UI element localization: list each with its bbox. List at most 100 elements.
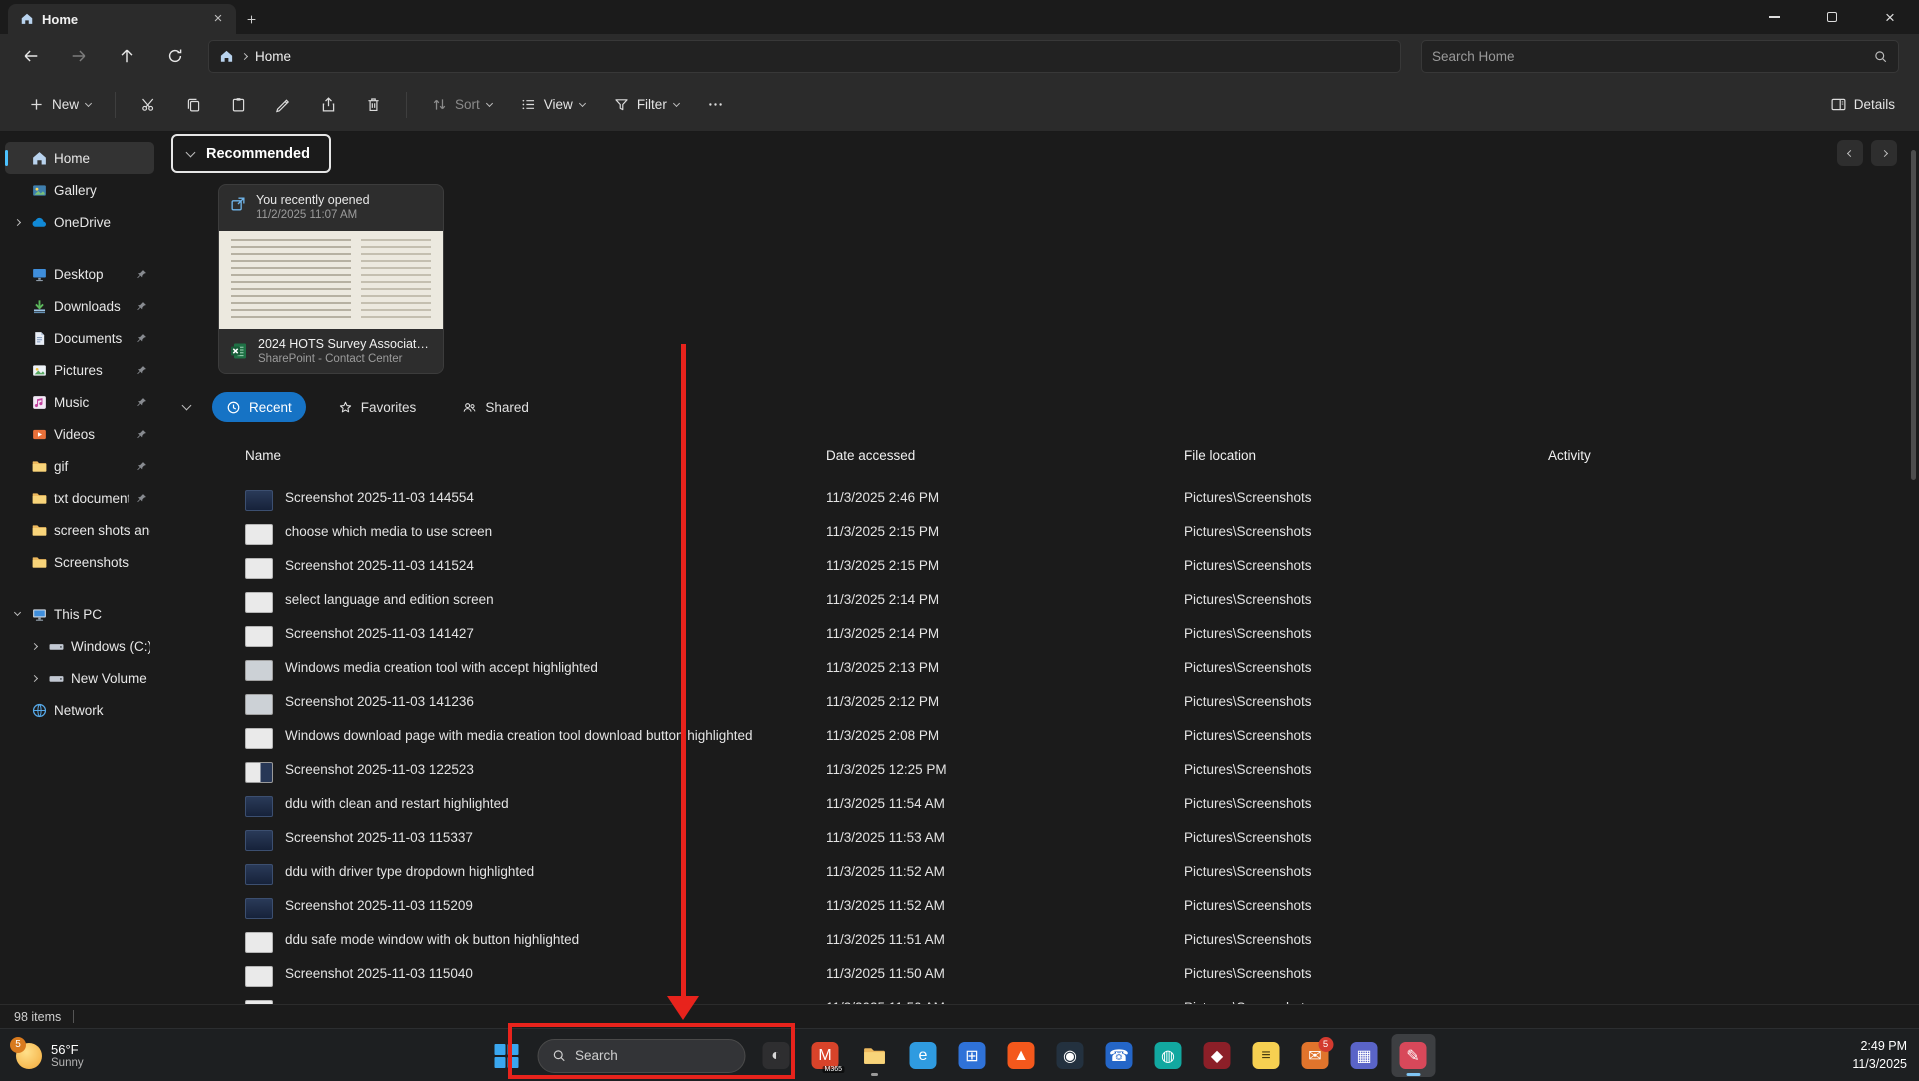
sort-button[interactable]: Sort (421, 87, 502, 123)
taskbar-app-security-app[interactable]: ◆ (1195, 1034, 1239, 1077)
tab-favorites[interactable]: Favorites (324, 392, 431, 422)
file-row[interactable]: select language and edition screen 11/3/… (159, 584, 1919, 618)
taskbar-app-photos[interactable]: ▦ (1342, 1034, 1386, 1077)
breadcrumb-item-home[interactable]: Home (255, 49, 291, 64)
file-row[interactable]: Screenshot 2025-11-03 144554 11/3/2025 2… (159, 482, 1919, 516)
taskbar-app-steam[interactable]: ◉ (1048, 1034, 1092, 1077)
taskbar-app-notepad[interactable]: ≡ (1244, 1034, 1288, 1077)
file-row[interactable]: ddu with clean and restart highlighted 1… (159, 788, 1919, 822)
tab-recent[interactable]: Recent (212, 392, 306, 422)
sidebar-item-windows-c[interactable]: Windows (C:) (22, 630, 154, 662)
copy-button[interactable] (175, 87, 212, 123)
file-row[interactable]: Screenshot 2025-11-03 141236 11/3/2025 2… (159, 686, 1919, 720)
sidebar-item-gallery[interactable]: Gallery (5, 174, 154, 206)
file-row[interactable]: Screenshot 2025-11-03 115337 11/3/2025 1… (159, 822, 1919, 856)
column-header-activity[interactable]: Activity (1548, 448, 1591, 463)
sidebar-item-screen-shots-and-pi[interactable]: screen shots and pi (5, 514, 154, 546)
view-button[interactable]: View (510, 87, 595, 123)
sidebar-item-network[interactable]: Network (5, 694, 154, 726)
sidebar-item-music[interactable]: Music (5, 386, 154, 418)
expand-chevron-slot[interactable] (11, 220, 24, 225)
tab-close-button[interactable]: × (208, 9, 228, 29)
taskbar-app-brave[interactable]: ▲ (999, 1034, 1043, 1077)
carousel-prev-button[interactable] (1837, 140, 1863, 166)
scrollbar-thumb[interactable] (1911, 150, 1916, 480)
up-button[interactable] (106, 39, 148, 73)
sidebar-item-this-pc[interactable]: This PC (5, 598, 154, 630)
delete-button[interactable] (355, 87, 392, 123)
sidebar-item-desktop[interactable]: Desktop (5, 258, 154, 290)
file-row[interactable]: Screenshot 2025-11-03 115209 11/3/2025 1… (159, 890, 1919, 924)
start-button[interactable] (484, 1034, 528, 1077)
filter-button[interactable]: Filter (603, 87, 689, 123)
sidebar-item-onedrive[interactable]: OneDrive (5, 206, 154, 238)
file-row[interactable]: 11/3/2025 11:50 AM Pictures\Screenshots (159, 992, 1919, 1004)
file-date-accessed: 11/3/2025 11:53 AM (826, 830, 945, 845)
weather-widget[interactable]: 5 56°F Sunny (6, 1034, 94, 1077)
sidebar-item-screenshots[interactable]: Screenshots (5, 546, 154, 578)
file-row[interactable]: Windows media creation tool with accept … (159, 652, 1919, 686)
cut-button[interactable] (130, 87, 167, 123)
sidebar-item-gif[interactable]: gif (5, 450, 154, 482)
file-date-accessed: 11/3/2025 11:52 AM (826, 864, 945, 879)
recommended-file-card[interactable]: You recently opened 11/2/2025 11:07 AM 2… (218, 184, 444, 374)
taskbar-app-store[interactable]: ⊞ (950, 1034, 994, 1077)
sidebar-item-downloads[interactable]: Downloads (5, 290, 154, 322)
file-row[interactable]: Windows download page with media creatio… (159, 720, 1919, 754)
refresh-button[interactable] (154, 39, 196, 73)
view-icon (520, 96, 537, 113)
new-tab-button[interactable] (236, 4, 266, 34)
carousel-next-button[interactable] (1871, 140, 1897, 166)
tab-shared[interactable]: Shared (448, 392, 543, 422)
file-row[interactable]: Screenshot 2025-11-03 122523 11/3/2025 1… (159, 754, 1919, 788)
minimize-button[interactable] (1745, 0, 1803, 34)
sidebar-item-videos[interactable]: Videos (5, 418, 154, 450)
file-row[interactable]: Screenshot 2025-11-03 141524 11/3/2025 2… (159, 550, 1919, 584)
taskbar-app-globe-app[interactable]: ◍ (1146, 1034, 1190, 1077)
close-button[interactable]: × (1861, 0, 1919, 34)
rename-button[interactable] (265, 87, 302, 123)
file-row[interactable]: ddu safe mode window with ok button high… (159, 924, 1919, 958)
taskbar-app-microsoft-365[interactable]: M M365 (803, 1034, 847, 1077)
sidebar-item-pictures[interactable]: Pictures (5, 354, 154, 386)
share-button[interactable] (310, 87, 347, 123)
file-row[interactable]: Screenshot 2025-11-03 141427 11/3/2025 2… (159, 618, 1919, 652)
details-button[interactable]: Details (1820, 87, 1905, 123)
taskbar-app-paint[interactable]: ✎ (1391, 1034, 1435, 1077)
address-bar[interactable]: Home (208, 40, 1401, 73)
file-row[interactable]: choose which media to use screen 11/3/20… (159, 516, 1919, 550)
search-box[interactable] (1421, 40, 1899, 73)
taskbar-search-box[interactable]: Search (537, 1039, 745, 1073)
vertical-scrollbar[interactable] (1911, 142, 1916, 992)
file-row[interactable]: ddu with driver type dropdown highlighte… (159, 856, 1919, 890)
expand-chevron-slot[interactable] (28, 676, 41, 681)
window-tab-home[interactable]: Home × (8, 4, 236, 34)
paste-button[interactable] (220, 87, 257, 123)
more-options-button[interactable] (697, 87, 734, 123)
back-button[interactable] (10, 39, 52, 73)
search-input[interactable] (1432, 49, 1873, 64)
sidebar-item-home[interactable]: Home (5, 142, 154, 174)
sidebar-item-documents[interactable]: Documents (5, 322, 154, 354)
taskbar-app-copilot[interactable]: ◐ (754, 1034, 798, 1077)
search-icon[interactable] (1873, 49, 1888, 64)
taskbar-app-phone-link[interactable]: ☎ (1097, 1034, 1141, 1077)
recommended-section-header[interactable]: Recommended (171, 134, 331, 173)
taskbar-app-mail[interactable]: ✉ 5 (1293, 1034, 1337, 1077)
taskbar-clock[interactable]: 2:49 PM 11/3/2025 (1852, 1037, 1907, 1073)
file-row[interactable]: Screenshot 2025-11-03 115040 11/3/2025 1… (159, 958, 1919, 992)
column-header-date-accessed[interactable]: Date accessed (826, 448, 915, 463)
taskbar-app-file-explorer[interactable] (852, 1034, 896, 1077)
taskbar-app-edge[interactable]: e (901, 1034, 945, 1077)
sidebar-item-txt-documents[interactable]: txt documents (5, 482, 154, 514)
expand-chevron-slot[interactable] (11, 613, 24, 615)
column-header-file-location[interactable]: File location (1184, 448, 1256, 463)
collapse-chevron-icon[interactable] (186, 147, 196, 157)
expand-chevron-slot[interactable] (28, 644, 41, 649)
sidebar-item-new-volume-d[interactable]: New Volume (D:) (22, 662, 154, 694)
forward-button[interactable] (58, 39, 100, 73)
collapse-chevron-icon[interactable] (182, 401, 192, 411)
new-button[interactable]: New (18, 87, 101, 123)
maximize-button[interactable] (1803, 0, 1861, 34)
column-header-name[interactable]: Name (245, 448, 281, 463)
